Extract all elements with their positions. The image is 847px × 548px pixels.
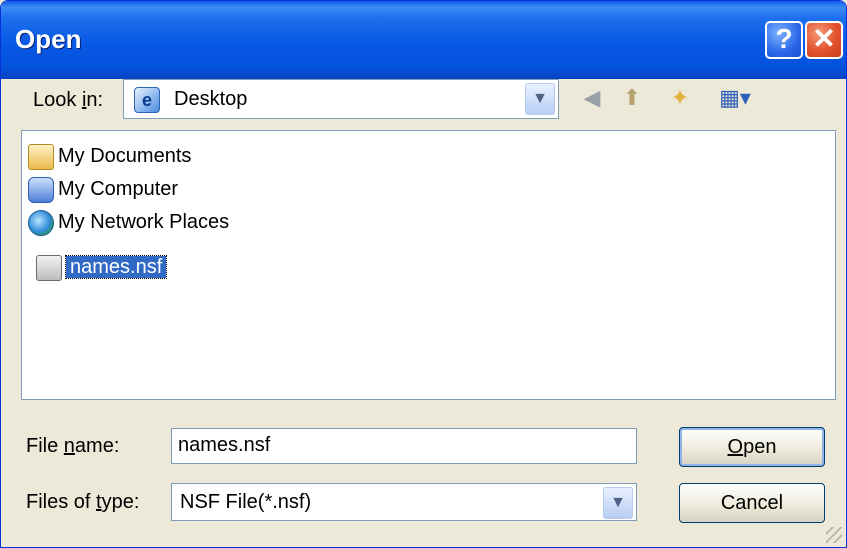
views-menu-icon[interactable]: ▦▾ bbox=[715, 83, 755, 113]
list-item[interactable]: My Network Places bbox=[28, 207, 229, 237]
nsf-file-icon bbox=[36, 254, 62, 281]
file-name-input[interactable]: names.nsf bbox=[171, 428, 637, 464]
cancel-button[interactable]: Cancel bbox=[679, 483, 825, 523]
look-in-label: Look in: bbox=[33, 89, 104, 111]
new-folder-icon[interactable]: ✦ bbox=[665, 83, 695, 113]
look-in-dropdown[interactable]: e Desktop ▼ bbox=[123, 79, 559, 119]
resize-grip[interactable] bbox=[826, 527, 842, 543]
look-in-value: Desktop bbox=[174, 88, 248, 110]
network-places-icon bbox=[28, 209, 54, 236]
help-button[interactable]: ? bbox=[765, 21, 803, 59]
files-of-type-value: NSF File(*.nsf) bbox=[180, 491, 312, 513]
list-item[interactable]: My Documents bbox=[28, 141, 191, 171]
title-bar[interactable]: Open ? ✕ bbox=[1, 1, 846, 79]
files-of-type-label: Files of type: bbox=[26, 491, 140, 513]
dialog-title: Open bbox=[15, 24, 82, 54]
up-folder-icon[interactable]: ⬆ bbox=[617, 83, 647, 113]
open-button[interactable]: Open bbox=[679, 427, 825, 467]
file-list[interactable]: My Documents My Computer My Network Plac… bbox=[21, 130, 836, 400]
chevron-down-icon[interactable]: ▼ bbox=[525, 83, 555, 115]
back-icon[interactable]: ◀ bbox=[577, 83, 607, 113]
files-of-type-dropdown[interactable]: NSF File(*.nsf) ▼ bbox=[171, 483, 637, 521]
open-dialog: Open ? ✕ Look in: e Desktop ▼ ◀ ⬆ ✦ ▦▾ M… bbox=[0, 0, 847, 548]
chevron-down-icon[interactable]: ▼ bbox=[603, 487, 633, 519]
close-button[interactable]: ✕ bbox=[805, 21, 843, 59]
file-name-label: File name: bbox=[26, 435, 120, 457]
list-item[interactable]: My Computer bbox=[28, 174, 178, 204]
desktop-icon: e bbox=[134, 87, 160, 113]
my-documents-icon bbox=[28, 143, 54, 170]
my-computer-icon bbox=[28, 176, 54, 203]
list-item-selected[interactable]: names.nsf bbox=[36, 252, 168, 282]
